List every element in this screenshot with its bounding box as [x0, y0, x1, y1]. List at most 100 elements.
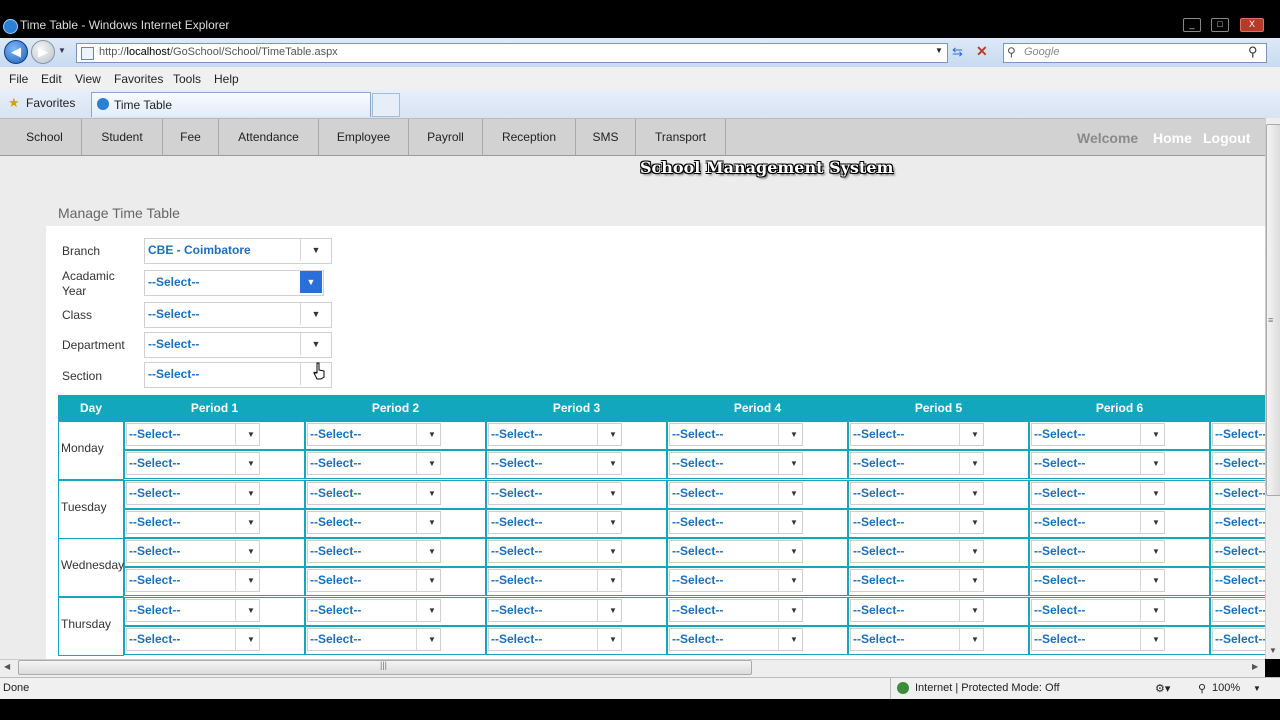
zoom-level[interactable]: 100%: [1212, 682, 1240, 694]
period-select[interactable]: --Select--▼: [126, 423, 260, 446]
period-select[interactable]: --Select--▼: [307, 482, 441, 505]
scroll-right-arrow-icon[interactable]: ▶: [1252, 662, 1258, 671]
nav-employee[interactable]: Employee: [319, 119, 409, 155]
department-select[interactable]: --Select-- ▼: [144, 332, 332, 358]
period-select[interactable]: --Select--▼: [488, 423, 622, 446]
home-link[interactable]: Home: [1153, 130, 1192, 146]
refresh-icon[interactable]: ⇆: [952, 44, 963, 60]
period-select[interactable]: --Select--▼: [488, 452, 622, 475]
zoom-dropdown-icon[interactable]: ▼: [1253, 684, 1261, 693]
period-select[interactable]: --Select--▼: [126, 511, 260, 534]
logout-link[interactable]: Logout: [1203, 130, 1250, 146]
period-select[interactable]: --Select--▼: [850, 628, 984, 651]
period-select[interactable]: --Select--▼: [307, 569, 441, 592]
nav-fee[interactable]: Fee: [163, 119, 219, 155]
period-select[interactable]: --Select--▼: [126, 482, 260, 505]
tab-time-table[interactable]: Time Table: [91, 92, 371, 117]
scroll-down-arrow-icon[interactable]: ▼: [1269, 646, 1277, 655]
menu-favorites[interactable]: Favorites: [114, 72, 163, 86]
period-select[interactable]: --Select--▼: [307, 423, 441, 446]
period-select[interactable]: --Select--▼: [488, 569, 622, 592]
menu-file[interactable]: File: [9, 72, 28, 86]
period-select[interactable]: --Select--▼: [1212, 452, 1265, 475]
nav-transport[interactable]: Transport: [636, 119, 726, 155]
section-select[interactable]: --Select-- ▼: [144, 362, 332, 388]
period-select[interactable]: --Select--▼: [307, 452, 441, 475]
period-select[interactable]: --Select--▼: [488, 511, 622, 534]
search-icon[interactable]: ⚲: [1248, 44, 1258, 60]
period-select[interactable]: --Select--▼: [669, 482, 803, 505]
period-select[interactable]: --Select--▼: [126, 569, 260, 592]
period-select[interactable]: --Select--▼: [1212, 540, 1265, 563]
branch-select[interactable]: CBE - Coimbatore ▼: [144, 238, 332, 264]
period-select[interactable]: --Select--▼: [126, 628, 260, 651]
period-select[interactable]: --Select--▼: [1031, 511, 1165, 534]
period-select[interactable]: --Select--▼: [669, 511, 803, 534]
period-select[interactable]: --Select--▼: [850, 599, 984, 622]
period-select[interactable]: --Select--▼: [669, 452, 803, 475]
period-select[interactable]: --Select--▼: [1212, 628, 1265, 651]
search-box[interactable]: ⚲ Google: [1003, 43, 1267, 63]
period-select[interactable]: --Select--▼: [126, 540, 260, 563]
period-select[interactable]: --Select--▼: [850, 511, 984, 534]
back-button[interactable]: ◀: [4, 40, 28, 64]
address-bar[interactable]: http://localhost/GoSchool/School/TimeTab…: [76, 43, 948, 63]
protected-mode-icon[interactable]: ⚙▾: [1155, 682, 1170, 695]
period-select[interactable]: --Select--▼: [669, 540, 803, 563]
academic-year-select[interactable]: --Select-- ▼: [144, 270, 324, 296]
period-select[interactable]: --Select--▼: [488, 628, 622, 651]
nav-attendance[interactable]: Attendance: [219, 119, 319, 155]
new-tab-button[interactable]: [372, 93, 400, 117]
stop-icon[interactable]: ✕: [976, 43, 988, 60]
period-select[interactable]: --Select--▼: [1031, 599, 1165, 622]
nav-reception[interactable]: Reception: [483, 119, 576, 155]
period-select[interactable]: --Select--▼: [1031, 628, 1165, 651]
close-button[interactable]: X: [1240, 18, 1264, 32]
period-select[interactable]: --Select--▼: [307, 599, 441, 622]
period-select[interactable]: --Select--▼: [1212, 482, 1265, 505]
period-select[interactable]: --Select--▼: [307, 540, 441, 563]
period-select[interactable]: --Select--▼: [850, 482, 984, 505]
menu-view[interactable]: View: [75, 72, 101, 86]
vertical-scroll-thumb[interactable]: [1266, 124, 1280, 496]
period-select[interactable]: --Select--▼: [1212, 423, 1265, 446]
period-select[interactable]: --Select--▼: [1212, 569, 1265, 592]
period-select[interactable]: --Select--▼: [1031, 482, 1165, 505]
period-select[interactable]: --Select--▼: [1212, 599, 1265, 622]
period-select[interactable]: --Select--▼: [850, 452, 984, 475]
period-select[interactable]: --Select--▼: [488, 599, 622, 622]
menu-edit[interactable]: Edit: [41, 72, 62, 86]
period-select[interactable]: --Select--▼: [669, 628, 803, 651]
menu-tools[interactable]: Tools: [173, 72, 201, 86]
favorites-button[interactable]: Favorites: [26, 96, 75, 110]
period-select[interactable]: --Select--▼: [850, 569, 984, 592]
minimize-button[interactable]: _: [1183, 18, 1201, 32]
address-dropdown-icon[interactable]: ▼: [935, 46, 943, 55]
forward-button[interactable]: ▶: [31, 40, 55, 64]
nav-payroll[interactable]: Payroll: [409, 119, 483, 155]
menu-help[interactable]: Help: [214, 72, 239, 86]
nav-school[interactable]: School: [8, 119, 82, 155]
period-select[interactable]: --Select--▼: [669, 569, 803, 592]
period-select[interactable]: --Select--▼: [850, 540, 984, 563]
period-select[interactable]: --Select--▼: [488, 540, 622, 563]
period-select[interactable]: --Select--▼: [307, 628, 441, 651]
favorites-star-icon[interactable]: ★: [8, 95, 20, 111]
period-select[interactable]: --Select--▼: [850, 423, 984, 446]
period-select[interactable]: --Select--▼: [307, 511, 441, 534]
maximize-button[interactable]: □: [1211, 18, 1229, 32]
period-select[interactable]: --Select--▼: [126, 599, 260, 622]
class-select[interactable]: --Select-- ▼: [144, 302, 332, 328]
period-select[interactable]: --Select--▼: [1031, 452, 1165, 475]
nav-sms[interactable]: SMS: [576, 119, 636, 155]
history-dropdown-icon[interactable]: ▼: [58, 46, 66, 55]
period-select[interactable]: --Select--▼: [488, 482, 622, 505]
period-select[interactable]: --Select--▼: [1031, 540, 1165, 563]
period-select[interactable]: --Select--▼: [126, 452, 260, 475]
nav-student[interactable]: Student: [82, 119, 163, 155]
period-select[interactable]: --Select--▼: [1031, 569, 1165, 592]
scroll-left-arrow-icon[interactable]: ◀: [4, 662, 10, 671]
period-select[interactable]: --Select--▼: [669, 599, 803, 622]
period-select[interactable]: --Select--▼: [1212, 511, 1265, 534]
period-select[interactable]: --Select--▼: [669, 423, 803, 446]
